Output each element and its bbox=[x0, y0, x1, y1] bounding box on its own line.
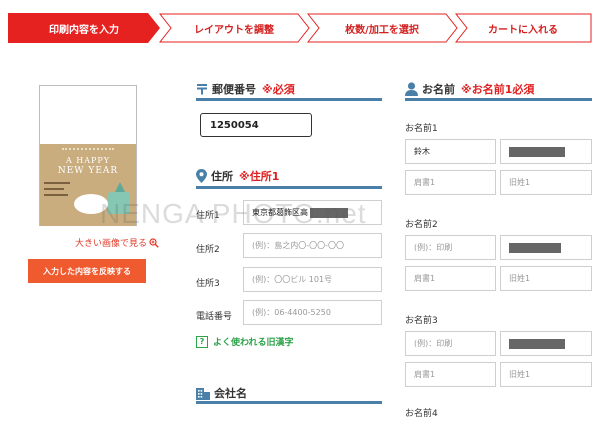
company-section-header: 会社名 bbox=[196, 383, 247, 403]
name2-given-input[interactable] bbox=[500, 235, 592, 260]
name1-label: お名前1 bbox=[405, 124, 438, 134]
location-pin-icon bbox=[196, 169, 207, 183]
person-icon bbox=[405, 82, 418, 96]
cloud-decoration bbox=[74, 194, 108, 214]
names-section-header: お名前 ※お名前1必須 bbox=[405, 79, 534, 99]
step-select-quantity[interactable]: 枚数/加工を選択 bbox=[306, 13, 458, 43]
address-required: ※住所1 bbox=[239, 170, 280, 183]
address1-input[interactable]: 東京都葛飾区高 bbox=[243, 200, 382, 225]
step-label: カートに入れる bbox=[488, 24, 558, 36]
common-old-kanji-link[interactable]: ? よく使われる旧漢字 bbox=[196, 335, 294, 348]
section-divider bbox=[196, 401, 382, 404]
redaction-block bbox=[509, 338, 565, 349]
address2-label: 住所2 bbox=[196, 245, 220, 255]
name3-given-input[interactable] bbox=[500, 331, 592, 356]
section-divider bbox=[196, 186, 382, 189]
card-message-lines bbox=[44, 182, 74, 212]
name2-oldname-input[interactable]: 旧姓1 bbox=[500, 266, 592, 291]
help-icon: ? bbox=[196, 335, 208, 348]
step-input-content[interactable]: 印刷内容を入力 bbox=[8, 13, 160, 43]
redaction-block bbox=[509, 242, 561, 253]
postal-mark-icon bbox=[196, 83, 208, 95]
postal-required: ※必須 bbox=[262, 83, 295, 96]
name3-surname-input[interactable]: (例)：印刷 bbox=[405, 331, 496, 356]
name1-oldname-input[interactable]: 旧姓1 bbox=[500, 170, 592, 195]
section-divider bbox=[196, 98, 382, 101]
step-progress-bar: 印刷内容を入力 レイアウトを調整 枚数/加工を選択 カートに入れる bbox=[8, 13, 592, 43]
address1-value: 東京都葛飾区高 bbox=[252, 208, 308, 217]
card-greeting-line1: A HAPPY bbox=[65, 156, 111, 165]
enlarge-label: 大きい画像で見る bbox=[75, 239, 148, 249]
name3-label: お名前3 bbox=[405, 316, 438, 326]
address3-label: 住所3 bbox=[196, 279, 220, 289]
company-title: 会社名 bbox=[214, 387, 247, 400]
postal-section-header: 郵便番号 ※必須 bbox=[196, 79, 295, 99]
reflect-input-button[interactable]: 入力した内容を反映する bbox=[28, 259, 146, 283]
postal-code-input[interactable]: 1250054 bbox=[200, 113, 312, 137]
kanji-link-label: よく使われる旧漢字 bbox=[213, 338, 294, 348]
step-label: 枚数/加工を選択 bbox=[345, 24, 419, 36]
house-decoration bbox=[108, 192, 130, 214]
zoom-in-icon bbox=[149, 237, 159, 248]
names-title: お名前 bbox=[422, 83, 455, 96]
step-label: 印刷内容を入力 bbox=[49, 24, 119, 36]
address1-label: 住所1 bbox=[196, 211, 220, 221]
address-title: 住所 bbox=[211, 170, 233, 183]
section-divider bbox=[405, 98, 592, 101]
redaction-block bbox=[509, 146, 565, 157]
name2-surname-input[interactable]: (例)：印刷 bbox=[405, 235, 496, 260]
postal-title: 郵便番号 bbox=[212, 83, 256, 96]
building-icon bbox=[196, 386, 210, 400]
card-preview[interactable]: A HAPPY NEW YEAR bbox=[39, 85, 137, 226]
address2-input[interactable]: (例)：島之内〇-〇〇-〇〇 bbox=[243, 233, 382, 258]
name3-oldname-input[interactable]: 旧姓1 bbox=[500, 362, 592, 387]
address-section-header: 住所 ※住所1 bbox=[196, 166, 279, 186]
name1-surname-input[interactable]: 鈴木 bbox=[405, 139, 496, 164]
phone-input[interactable]: (例)：06-4400-5250 bbox=[243, 300, 382, 325]
card-artwork: A HAPPY NEW YEAR bbox=[40, 144, 136, 226]
name1-title-input[interactable]: 肩書1 bbox=[405, 170, 496, 195]
step-add-to-cart[interactable]: カートに入れる bbox=[454, 13, 592, 43]
name1-given-input[interactable] bbox=[500, 139, 592, 164]
address3-input[interactable]: (例)：〇〇ビル 101号 bbox=[243, 267, 382, 292]
name2-title-input[interactable]: 肩書1 bbox=[405, 266, 496, 291]
enlarge-image-link[interactable]: 大きい画像で見る bbox=[75, 236, 159, 249]
phone-label: 電話番号 bbox=[196, 312, 233, 322]
names-required: ※お名前1必須 bbox=[461, 83, 535, 96]
name2-label: お名前2 bbox=[405, 220, 438, 230]
card-greeting-line2: NEW YEAR bbox=[57, 166, 119, 176]
name4-label: お名前4 bbox=[405, 409, 438, 419]
step-adjust-layout[interactable]: レイアウトを調整 bbox=[158, 13, 310, 43]
name3-title-input[interactable]: 肩書1 bbox=[405, 362, 496, 387]
step-label: レイアウトを調整 bbox=[194, 24, 274, 36]
redaction-block bbox=[310, 207, 348, 218]
